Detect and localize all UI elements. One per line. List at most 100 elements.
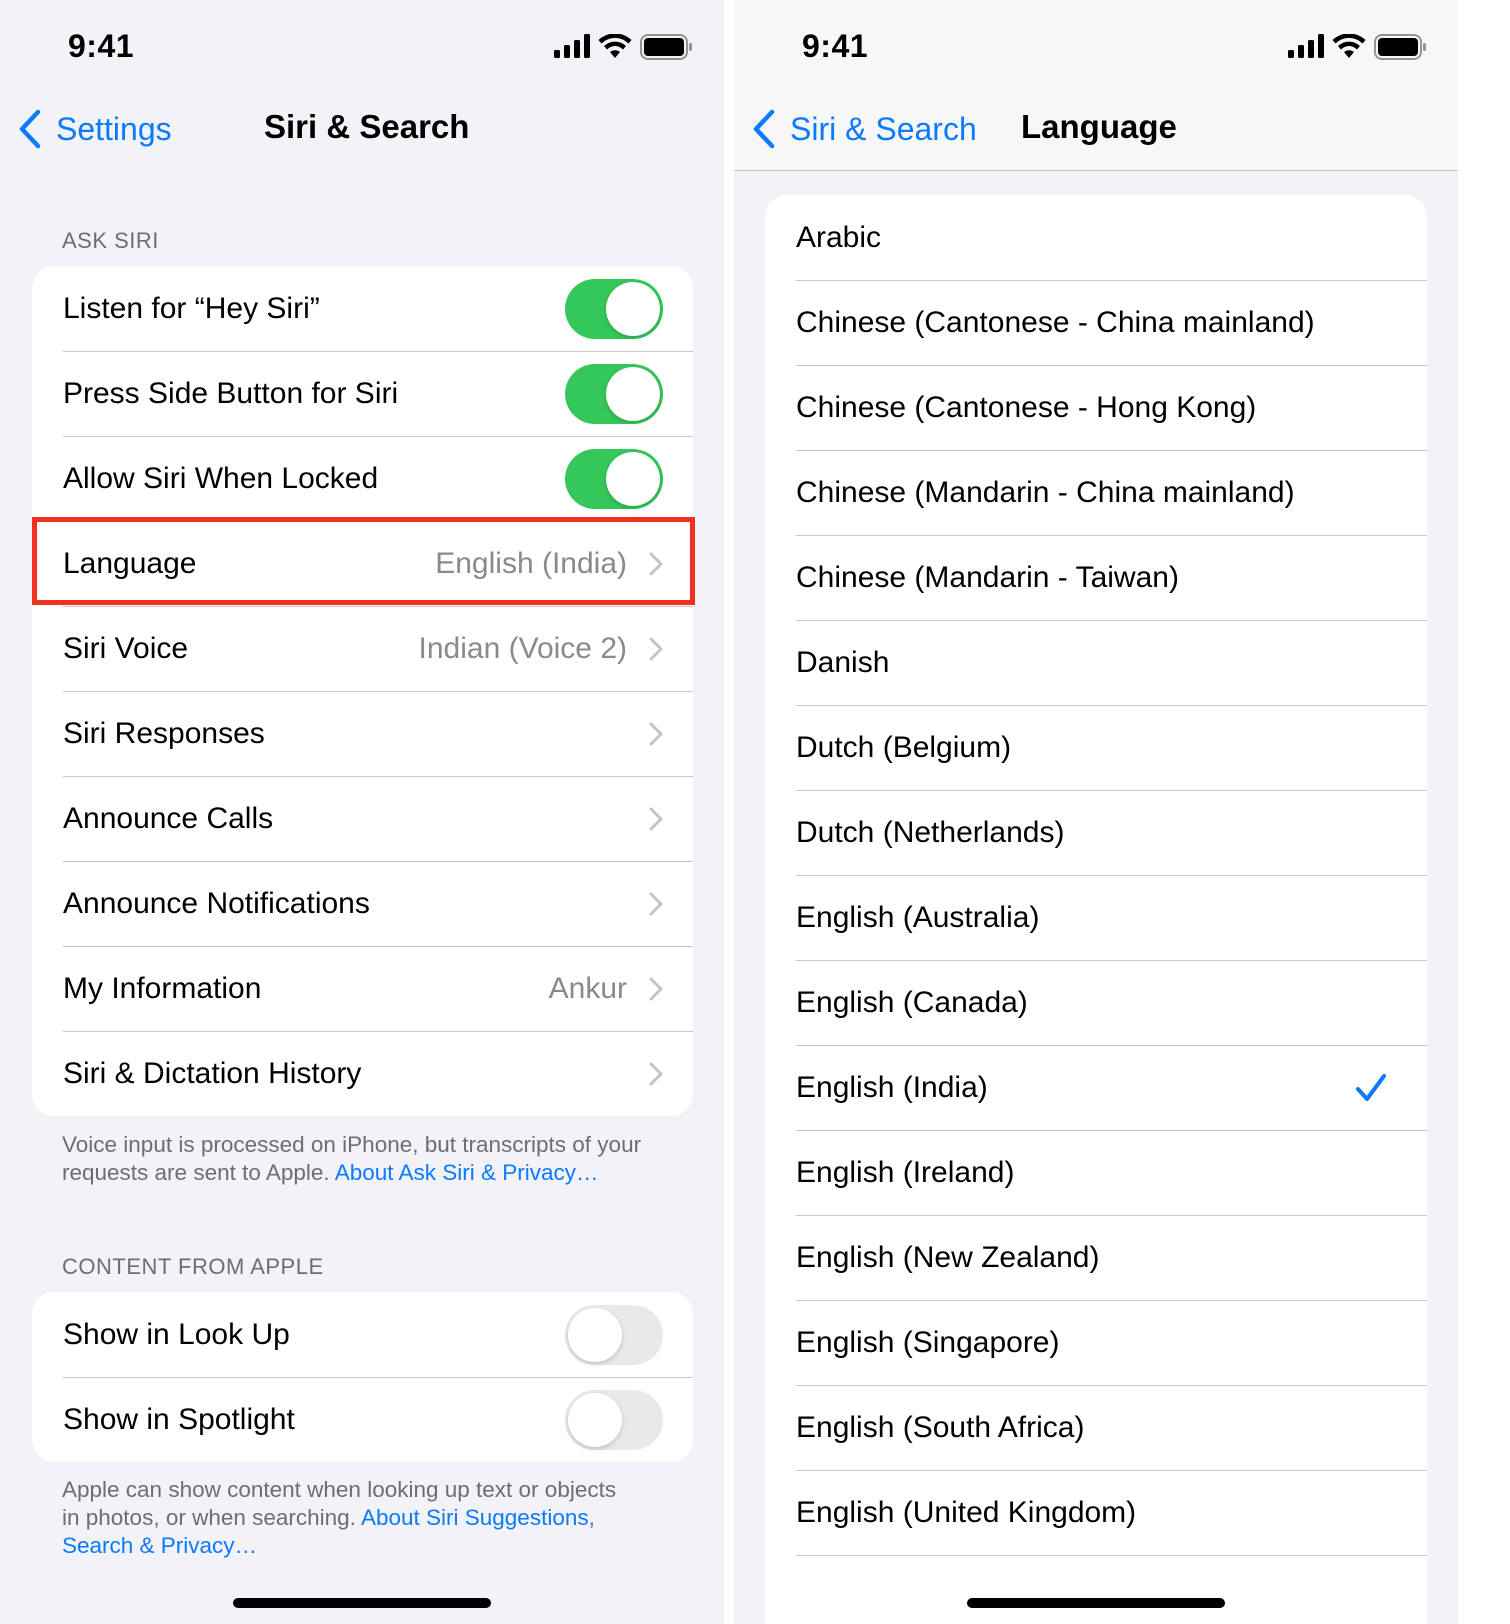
about-ask-siri-privacy-link[interactable]: About Ask Siri & Privacy… bbox=[335, 1160, 599, 1185]
chevron-left-icon bbox=[753, 109, 775, 149]
row-label: Allow Siri When Locked bbox=[63, 461, 379, 495]
language-option[interactable]: English (United Kingdom) bbox=[765, 1470, 1427, 1555]
right-margin bbox=[1458, 0, 1510, 1624]
battery-icon bbox=[640, 34, 692, 60]
row-allow-when-locked: Allow Siri When Locked bbox=[32, 436, 693, 521]
language-option-selected[interactable]: English (India) bbox=[765, 1045, 1427, 1130]
language-label: Arabic bbox=[796, 220, 882, 254]
language-label: Chinese (Cantonese - Hong Kong) bbox=[796, 390, 1257, 424]
toggle-knob bbox=[568, 1392, 622, 1447]
home-indicator[interactable] bbox=[233, 1598, 491, 1608]
home-indicator[interactable] bbox=[967, 1598, 1225, 1608]
row-siri-dictation-history[interactable]: Siri & Dictation History bbox=[32, 1031, 693, 1116]
chevron-right-icon bbox=[649, 637, 663, 660]
language-option[interactable]: Danish bbox=[765, 620, 1427, 705]
language-option[interactable]: English (Singapore) bbox=[765, 1300, 1427, 1385]
language-option[interactable]: Chinese (Cantonese - Hong Kong) bbox=[765, 365, 1427, 450]
siri-search-screen: 9:41 Settings Siri & Search ASK SIRI Lis… bbox=[0, 0, 724, 1624]
row-my-information[interactable]: My Information Ankur bbox=[32, 946, 693, 1031]
screen-gap bbox=[724, 0, 734, 1624]
language-label: English (Ireland) bbox=[796, 1155, 1015, 1189]
row-label: Siri & Dictation History bbox=[63, 1056, 362, 1090]
language-option[interactable]: Chinese (Mandarin - Taiwan) bbox=[765, 535, 1427, 620]
cellular-signal-icon bbox=[554, 34, 590, 58]
language-option[interactable]: English (Australia) bbox=[765, 875, 1427, 960]
language-option[interactable]: English (Canada) bbox=[765, 960, 1427, 1045]
language-option[interactable]: Dutch (Netherlands) bbox=[765, 790, 1427, 875]
language-label: Dutch (Belgium) bbox=[796, 730, 1012, 764]
row-show-in-spotlight: Show in Spotlight bbox=[32, 1377, 693, 1462]
row-label: Language bbox=[63, 546, 197, 580]
toggle-knob bbox=[606, 366, 660, 421]
status-icons bbox=[1288, 34, 1428, 64]
language-option[interactable]: Chinese (Mandarin - China mainland) bbox=[765, 450, 1427, 535]
content-from-apple-footer: Apple can show content when looking up t… bbox=[62, 1476, 622, 1560]
chevron-right-icon bbox=[649, 1062, 663, 1085]
row-language[interactable]: Language English (India) bbox=[32, 521, 693, 606]
language-option[interactable]: English (New Zealand) bbox=[765, 1215, 1427, 1300]
row-value: Indian (Voice 2) bbox=[418, 631, 627, 665]
back-label: Siri & Search bbox=[790, 110, 977, 147]
content-from-apple-group: Show in Look Up Show in Spotlight bbox=[32, 1292, 693, 1462]
language-label: English (Singapore) bbox=[796, 1325, 1060, 1359]
status-time: 9:41 bbox=[802, 28, 869, 64]
language-list: Arabic Chinese (Cantonese - China mainla… bbox=[765, 195, 1427, 1624]
toggle-knob bbox=[568, 1307, 622, 1362]
chevron-left-icon bbox=[19, 109, 41, 149]
page-title: Siri & Search bbox=[264, 108, 470, 145]
language-label: English (India) bbox=[796, 1070, 988, 1104]
ask-siri-footer: Voice input is processed on iPhone, but … bbox=[62, 1131, 662, 1187]
row-siri-voice[interactable]: Siri Voice Indian (Voice 2) bbox=[32, 606, 693, 691]
toggle-knob bbox=[606, 451, 660, 506]
language-option[interactable]: Dutch (Belgium) bbox=[765, 705, 1427, 790]
side-button-toggle[interactable] bbox=[565, 363, 663, 424]
row-label: Show in Spotlight bbox=[63, 1402, 295, 1436]
language-option[interactable]: English (South Africa) bbox=[765, 1385, 1427, 1470]
row-label: Listen for “Hey Siri” bbox=[63, 291, 320, 325]
checkmark-icon bbox=[1356, 1073, 1386, 1101]
row-side-button: Press Side Button for Siri bbox=[32, 351, 693, 436]
wifi-icon bbox=[1332, 34, 1366, 58]
language-option[interactable]: Chinese (Cantonese - China mainland) bbox=[765, 280, 1427, 365]
row-label: My Information bbox=[63, 971, 262, 1005]
row-announce-notifications[interactable]: Announce Notifications bbox=[32, 861, 693, 946]
language-label: Dutch (Netherlands) bbox=[796, 815, 1065, 849]
language-label: Chinese (Mandarin - Taiwan) bbox=[796, 560, 1179, 594]
chevron-right-icon bbox=[649, 807, 663, 830]
ask-siri-group: Listen for “Hey Siri” Press Side Button … bbox=[32, 266, 693, 1116]
toggle-knob bbox=[606, 281, 660, 336]
show-in-spotlight-toggle[interactable] bbox=[565, 1389, 663, 1450]
language-label: Danish bbox=[796, 645, 890, 679]
status-time: 9:41 bbox=[68, 28, 135, 64]
row-value: English (India) bbox=[435, 546, 627, 580]
language-label: English (Canada) bbox=[796, 985, 1028, 1019]
language-label: English (United Kingdom) bbox=[796, 1495, 1137, 1529]
row-label: Announce Calls bbox=[63, 801, 274, 835]
status-icons bbox=[554, 34, 694, 64]
wifi-icon bbox=[598, 34, 632, 58]
language-label: English (South Africa) bbox=[796, 1410, 1085, 1444]
row-hey-siri: Listen for “Hey Siri” bbox=[32, 266, 693, 351]
row-value: Ankur bbox=[548, 971, 627, 1005]
nav-divider bbox=[734, 170, 1458, 171]
chevron-right-icon bbox=[649, 977, 663, 1000]
language-option[interactable]: Arabic bbox=[765, 195, 1427, 280]
row-siri-responses[interactable]: Siri Responses bbox=[32, 691, 693, 776]
language-option[interactable]: English (Ireland) bbox=[765, 1130, 1427, 1215]
back-button[interactable]: Settings bbox=[18, 104, 172, 154]
section-header-content-from-apple: CONTENT FROM APPLE bbox=[62, 1254, 324, 1279]
language-screen: 9:41 Siri & Search Language Arabic Chine… bbox=[734, 0, 1458, 1624]
hey-siri-toggle[interactable] bbox=[565, 278, 663, 339]
row-label: Press Side Button for Siri bbox=[63, 376, 399, 410]
row-announce-calls[interactable]: Announce Calls bbox=[32, 776, 693, 861]
language-label: English (New Zealand) bbox=[796, 1240, 1100, 1274]
show-in-look-up-toggle[interactable] bbox=[565, 1304, 663, 1365]
allow-when-locked-toggle[interactable] bbox=[565, 448, 663, 509]
language-option[interactable] bbox=[765, 1555, 1427, 1624]
cellular-signal-icon bbox=[1288, 34, 1324, 58]
row-show-in-look-up: Show in Look Up bbox=[32, 1292, 693, 1377]
back-button[interactable]: Siri & Search bbox=[752, 104, 977, 154]
chevron-right-icon bbox=[649, 722, 663, 745]
row-label: Announce Notifications bbox=[63, 886, 370, 920]
section-header-ask-siri: ASK SIRI bbox=[62, 228, 159, 253]
